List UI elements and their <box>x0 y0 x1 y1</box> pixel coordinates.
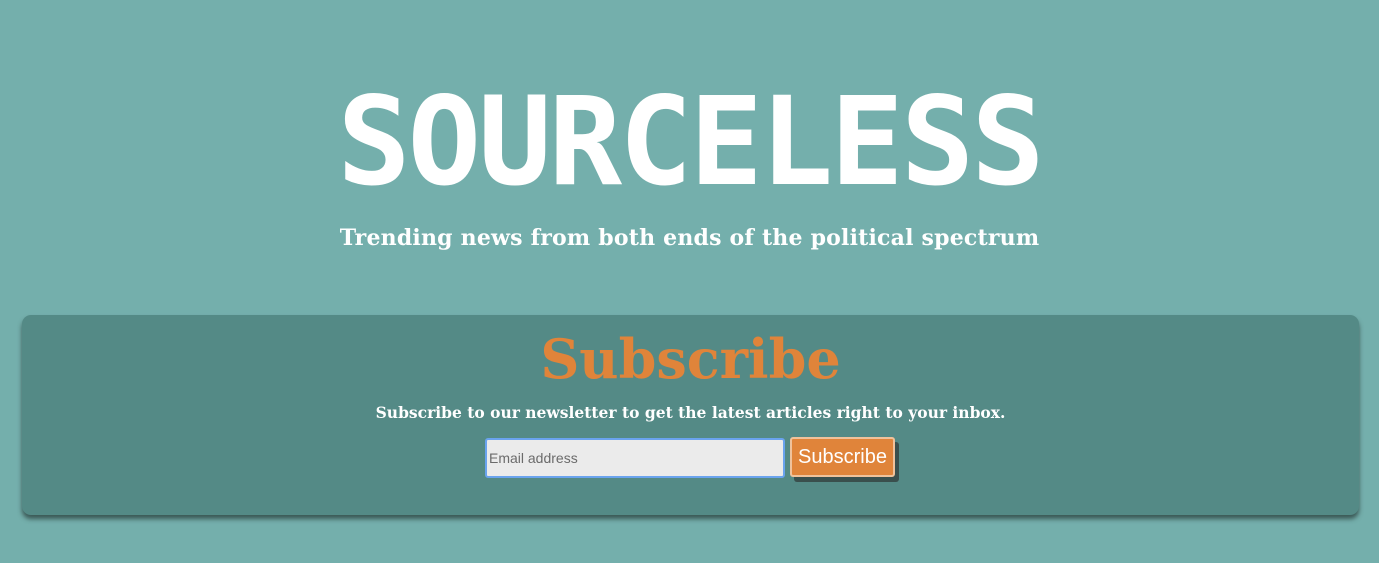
subscribe-button[interactable]: Subscribe <box>790 437 895 477</box>
email-input[interactable] <box>485 438 785 478</box>
site-tagline: Trending news from both ends of the poli… <box>339 225 1040 251</box>
subscribe-panel: Subscribe Subscribe to our newsletter to… <box>22 315 1359 515</box>
subscribe-description: Subscribe to our newsletter to get the l… <box>375 403 1006 422</box>
site-title: SOURCELESS <box>337 71 1045 213</box>
subscribe-heading: Subscribe <box>540 327 841 391</box>
